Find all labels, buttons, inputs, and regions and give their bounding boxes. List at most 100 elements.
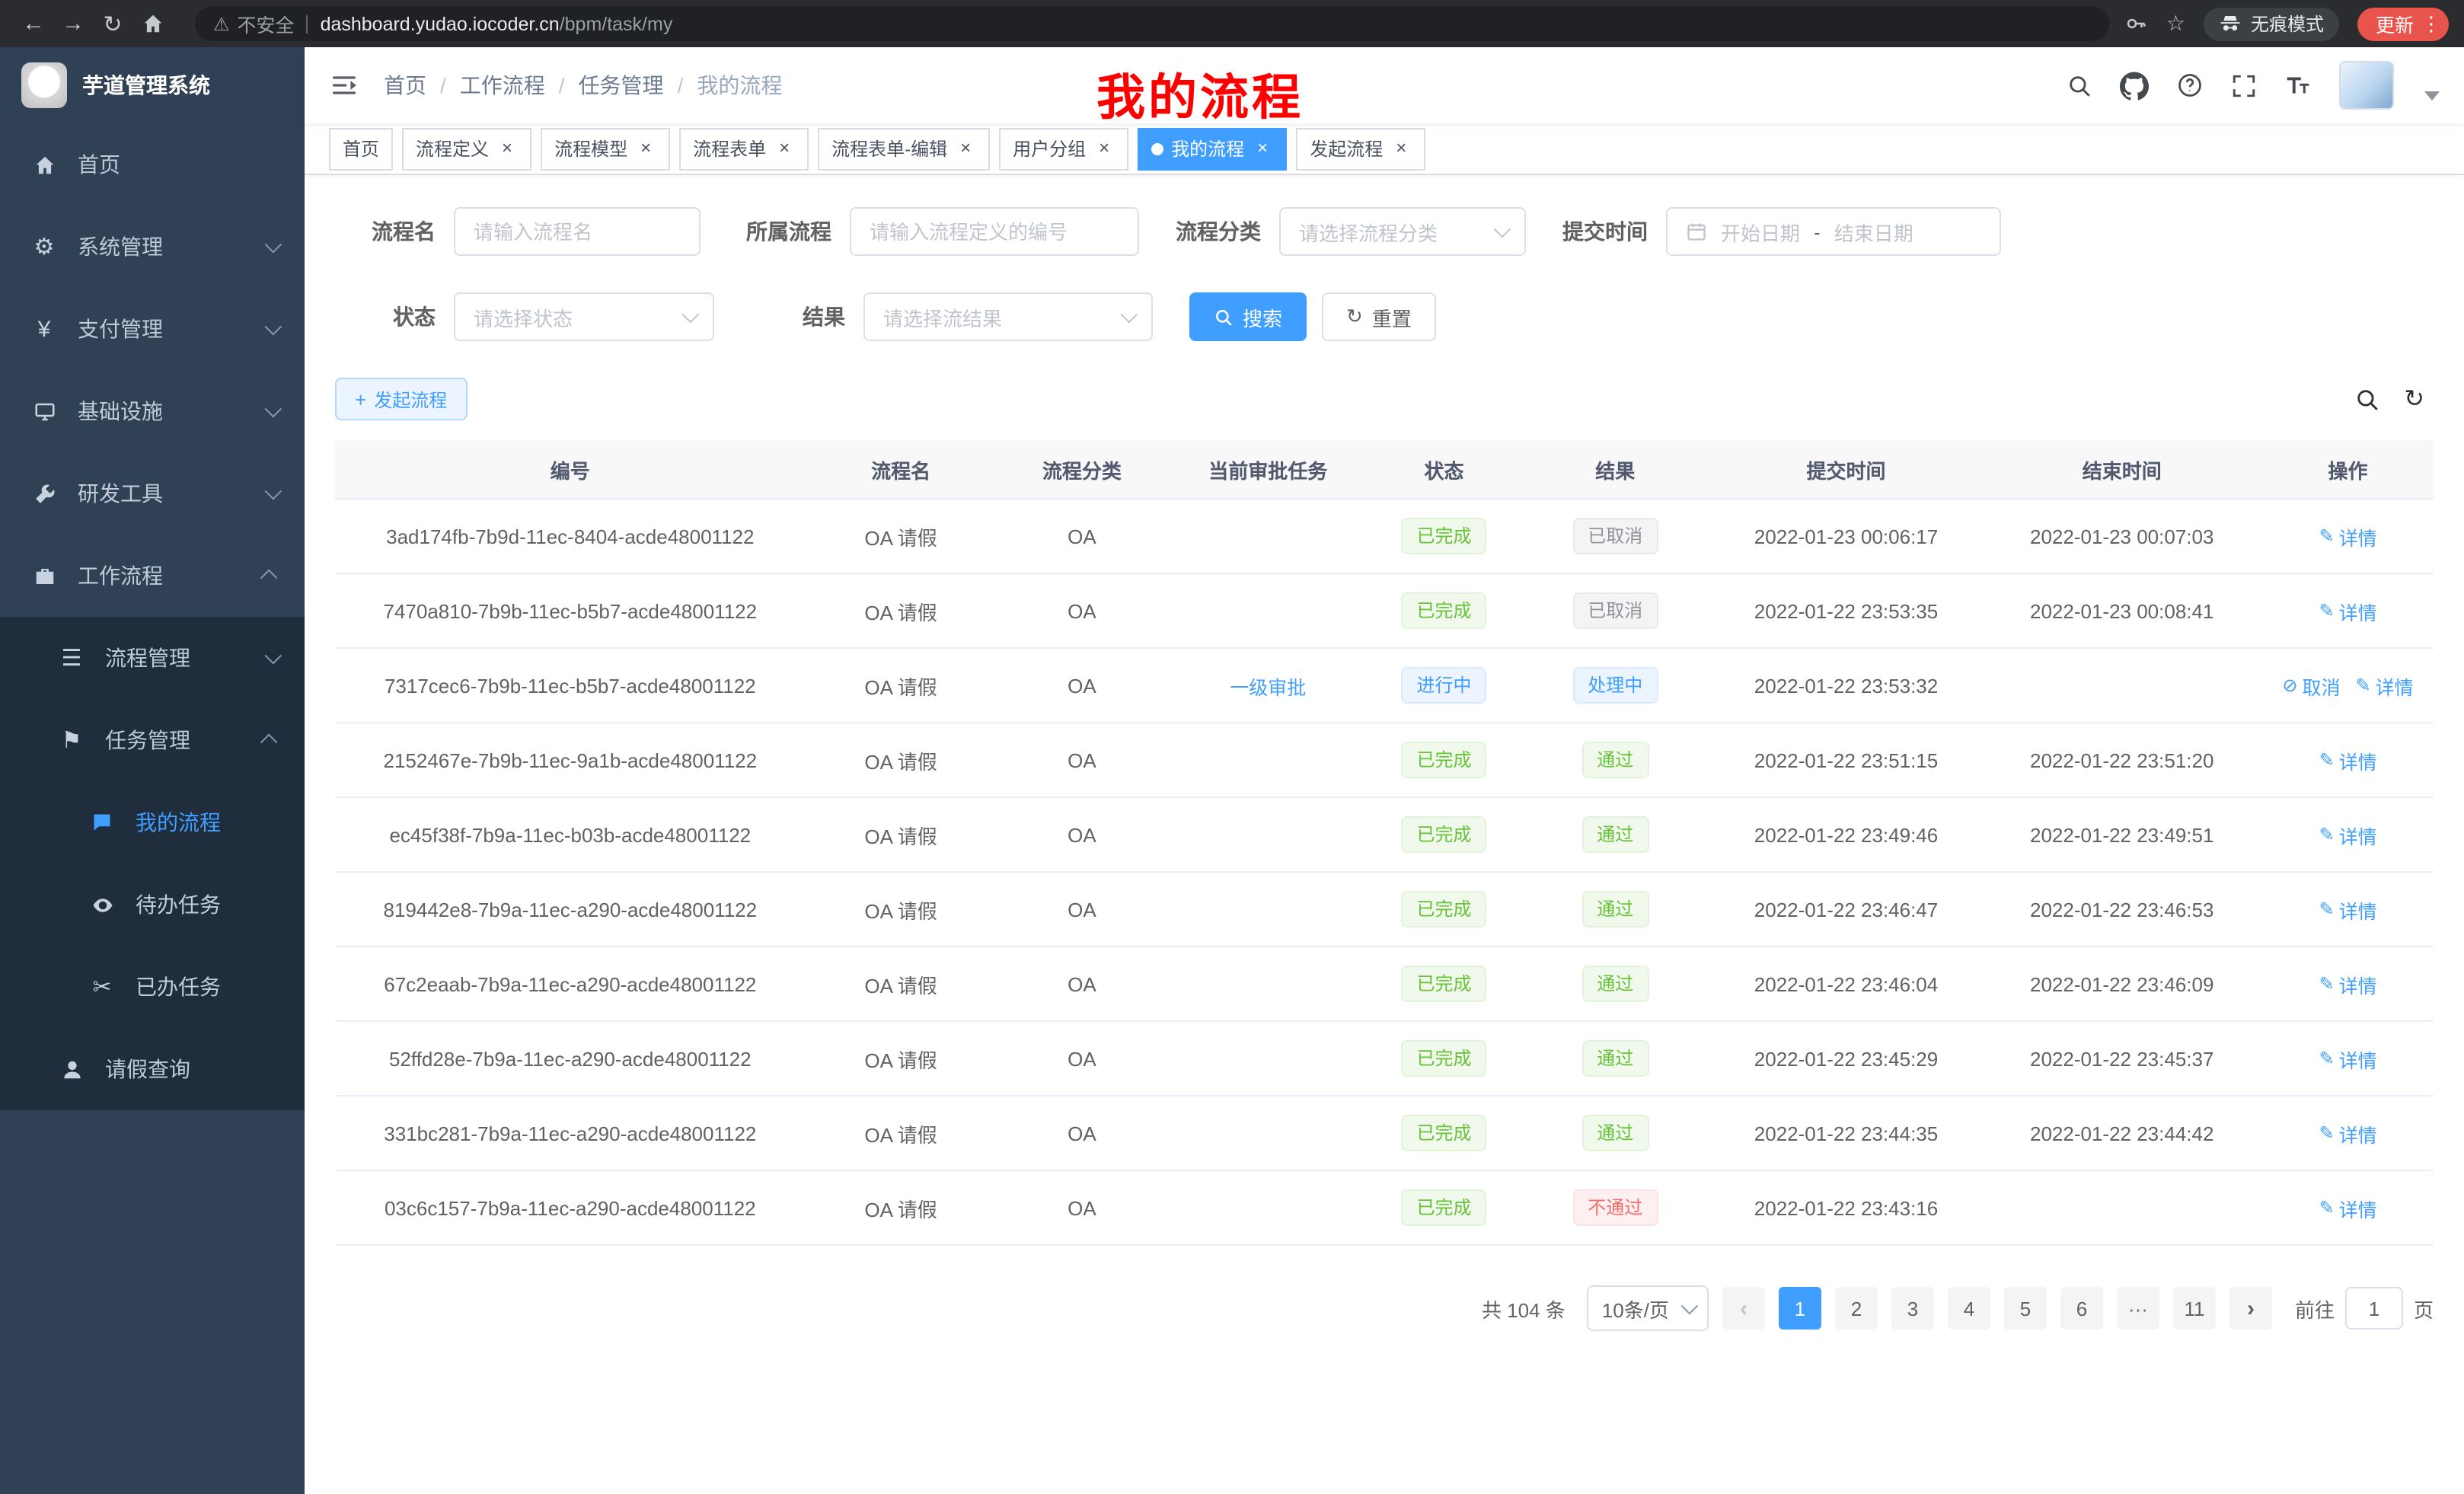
refresh-tool-button[interactable]: ↻ [2404, 384, 2424, 414]
sidebar-item-devtools[interactable]: 研发工具 [0, 452, 305, 535]
tab-process-form[interactable]: 流程表单 × [679, 127, 809, 170]
tab-process-definition[interactable]: 流程定义× [402, 127, 531, 170]
breadcrumb-item[interactable]: 任务管理 [579, 70, 664, 101]
close-icon[interactable]: × [1093, 138, 1115, 159]
prev-page-button[interactable]: ‹ [1722, 1287, 1765, 1330]
detail-link[interactable]: ✎详情 [2319, 895, 2376, 924]
detail-link[interactable]: ✎详情 [2319, 1044, 2376, 1073]
user-avatar[interactable] [2339, 61, 2394, 110]
close-icon[interactable]: × [955, 138, 976, 159]
chevron-down-icon [265, 401, 282, 418]
close-icon[interactable]: × [1390, 138, 1412, 159]
result-badge: 通过 [1581, 966, 1649, 1002]
page-more-button[interactable]: ··· [2117, 1287, 2159, 1330]
chevron-down-icon[interactable] [2424, 91, 2440, 101]
sidebar-item-home[interactable]: 首页 [0, 123, 305, 206]
page-button[interactable]: 5 [2004, 1287, 2047, 1330]
sidebar-item-process-mgmt[interactable]: ☰流程管理 [0, 617, 305, 699]
app-logo-row[interactable]: 芋道管理系统 [0, 47, 305, 123]
address-bar[interactable]: ⚠ 不安全 dashboard.yudao.iocoder.cn/bpm/tas… [195, 6, 2110, 41]
page-size-value: 10条/页 [1602, 1294, 1669, 1323]
hamburger-menu-icon[interactable] [329, 70, 359, 101]
page-button[interactable]: 1 [1779, 1287, 1821, 1330]
tab-my-process[interactable]: 我的流程× [1138, 127, 1287, 170]
breadcrumb-item[interactable]: 首页 [384, 70, 426, 101]
column-header: 流程名 [806, 440, 997, 499]
page-button[interactable]: 2 [1835, 1287, 1878, 1330]
detail-link[interactable]: ✎详情 [2319, 1193, 2376, 1222]
font-size-icon[interactable] [2284, 72, 2312, 99]
reset-button[interactable]: ↻ 重置 [1322, 292, 1436, 341]
process-def-input[interactable] [850, 207, 1139, 256]
github-icon[interactable] [2120, 71, 2149, 100]
cell-actions: ✎详情 [2262, 1021, 2434, 1096]
search-icon[interactable] [2067, 72, 2092, 98]
sidebar-item-infrastructure[interactable]: 基础设施 [0, 370, 305, 452]
sidebar-item-system[interactable]: ⚙系统管理 [0, 206, 305, 288]
search-tool-button[interactable] [2354, 386, 2379, 412]
cell-process-category: OA [997, 872, 1168, 947]
cancel-icon: ⊘ [2282, 675, 2297, 696]
cell-result: 已取消 [1520, 499, 1711, 573]
close-icon[interactable]: × [635, 138, 656, 159]
detail-link[interactable]: ✎详情 [2319, 820, 2376, 849]
submit-time-range[interactable]: 开始日期 - 结束日期 [1666, 207, 2001, 256]
tab-user-group[interactable]: 用户分组× [999, 127, 1128, 170]
tab-label: 流程表单 [693, 136, 766, 161]
fullscreen-icon[interactable] [2231, 72, 2257, 98]
detail-label: 详情 [2339, 820, 2377, 849]
detail-link[interactable]: ✎详情 [2319, 969, 2376, 998]
key-icon[interactable] [2125, 12, 2148, 35]
back-icon: ← [22, 11, 45, 37]
kebab-menu-icon[interactable]: ⋮ [2421, 11, 2441, 36]
table-row: 7470a810-7b9b-11ec-b5b7-acde48001122OA 请… [335, 573, 2434, 648]
close-icon[interactable]: × [774, 138, 795, 159]
forward-icon[interactable]: → [55, 5, 91, 42]
detail-link[interactable]: ✎详情 [2319, 745, 2376, 774]
detail-link[interactable]: ✎详情 [2356, 671, 2414, 700]
home-icon[interactable] [134, 5, 171, 42]
page-size-select[interactable]: 10条/页 [1587, 1285, 1709, 1331]
process-name-input[interactable] [454, 207, 701, 256]
tab-process-form-edit[interactable]: 流程表单-编辑× [818, 127, 990, 170]
row-actions: ✎详情 [2319, 969, 2376, 998]
page-button[interactable]: 4 [1948, 1287, 1990, 1330]
sidebar-item-done-task[interactable]: ✂已办任务 [0, 946, 305, 1028]
sidebar-item-workflow[interactable]: 工作流程 [0, 535, 305, 617]
detail-link[interactable]: ✎详情 [2319, 522, 2376, 551]
close-icon[interactable]: × [496, 138, 518, 159]
goto-page-input[interactable] [2345, 1287, 2403, 1330]
current-task-link[interactable]: 一级审批 [1230, 671, 1306, 700]
help-icon[interactable] [2176, 72, 2204, 99]
result-select[interactable]: 请选择流结果 [863, 292, 1153, 341]
sidebar-item-task-mgmt[interactable]: ⚑任务管理 [0, 699, 305, 781]
tab-process-model[interactable]: 流程模型× [541, 127, 670, 170]
update-button[interactable]: 更新⋮ [2357, 7, 2449, 40]
status-select[interactable]: 请选择状态 [454, 292, 714, 341]
back-icon[interactable]: ← [15, 5, 52, 42]
cancel-link[interactable]: ⊘取消 [2282, 671, 2340, 700]
create-process-button[interactable]: + 发起流程 [335, 378, 467, 420]
page-button[interactable]: 6 [2060, 1287, 2103, 1330]
category-select[interactable]: 请选择流程分类 [1279, 207, 1526, 256]
detail-link[interactable]: ✎详情 [2319, 1119, 2376, 1148]
sidebar-item-todo-task[interactable]: 待办任务 [0, 864, 305, 946]
cell-end-time: 2022-01-23 00:07:03 [1981, 499, 2262, 573]
page-button[interactable]: 3 [1891, 1287, 1934, 1330]
cell-submit-time: 2022-01-22 23:53:35 [1711, 573, 1982, 648]
page-button[interactable]: 11 [2173, 1287, 2216, 1330]
tab-home[interactable]: 首页 [329, 127, 393, 170]
star-icon[interactable]: ☆ [2166, 11, 2185, 37]
sidebar-item-label: 系统管理 [78, 231, 245, 262]
security-chip[interactable]: ⚠ 不安全 [213, 9, 295, 38]
sidebar-item-leave-query[interactable]: 请假查询 [0, 1028, 305, 1110]
search-button[interactable]: 搜索 [1189, 292, 1307, 341]
tab-start-process[interactable]: 发起流程× [1296, 127, 1425, 170]
sidebar-item-my-process[interactable]: 我的流程 [0, 781, 305, 864]
sidebar-item-payment[interactable]: ¥支付管理 [0, 288, 305, 370]
close-icon[interactable]: × [1252, 138, 1273, 159]
detail-link[interactable]: ✎详情 [2319, 596, 2376, 625]
next-page-button[interactable]: › [2229, 1287, 2272, 1330]
reload-icon[interactable]: ↻ [94, 5, 131, 42]
breadcrumb-item[interactable]: 工作流程 [460, 70, 545, 101]
